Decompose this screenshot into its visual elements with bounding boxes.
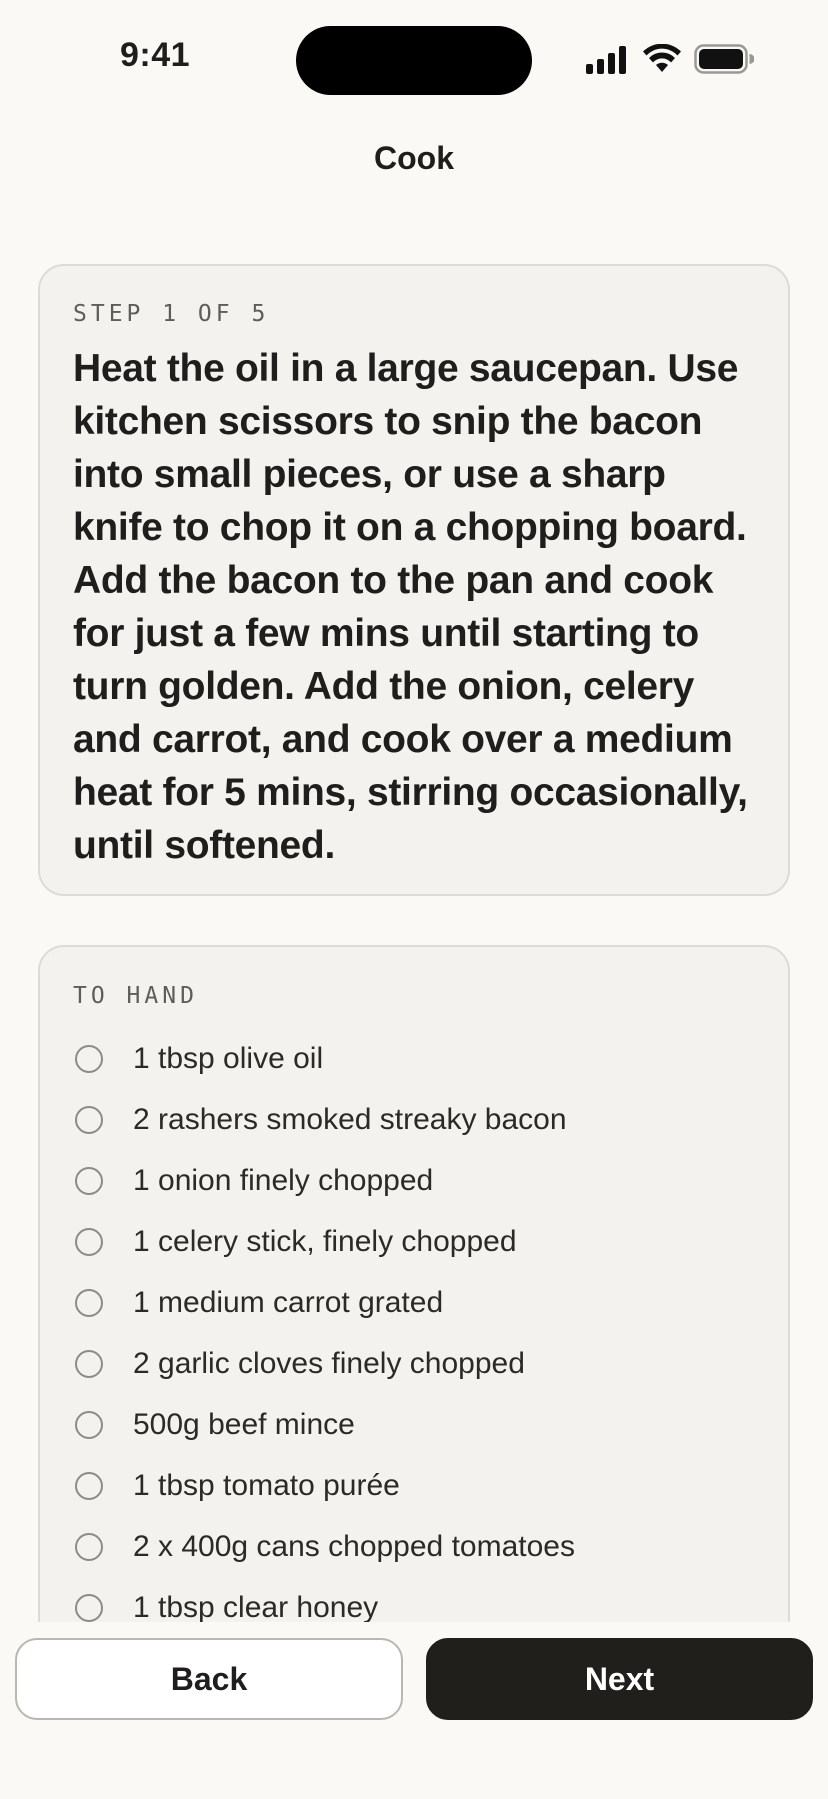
wifi-icon (643, 44, 681, 72)
ingredient-list: 1 tbsp olive oil 2 rashers smoked streak… (73, 1028, 756, 1638)
ingredient-item[interactable]: 1 tbsp tomato purée (73, 1455, 756, 1516)
checkbox-circle-icon[interactable] (75, 1227, 103, 1256)
ingredient-label: 1 tbsp tomato purée (133, 1468, 400, 1502)
ingredient-item[interactable]: 1 onion finely chopped (73, 1150, 756, 1211)
step-counter: STEP 1 OF 5 (73, 301, 270, 327)
to-hand-heading: TO HAND (73, 983, 198, 1009)
ingredient-label: 1 onion finely chopped (133, 1163, 434, 1197)
checkbox-circle-icon[interactable] (75, 1288, 103, 1317)
ingredient-label: 500g beef mince (133, 1407, 355, 1441)
status-bar: 9:41 (0, 0, 828, 120)
ingredient-item[interactable]: 1 tbsp olive oil (73, 1028, 756, 1089)
step-instruction: Heat the oil in a large saucepan. Use ki… (73, 347, 748, 867)
ingredient-item[interactable]: 2 rashers smoked streaky bacon (73, 1089, 756, 1150)
checkbox-circle-icon[interactable] (75, 1532, 103, 1561)
to-hand-card: TO HAND 1 tbsp olive oil 2 rashers smoke… (38, 945, 790, 1645)
ingredient-label: 2 rashers smoked streaky bacon (133, 1102, 567, 1136)
step-card: STEP 1 OF 5 Heat the oil in a large sauc… (38, 264, 790, 896)
checkbox-circle-icon[interactable] (75, 1410, 103, 1439)
checkbox-circle-icon[interactable] (75, 1166, 103, 1195)
ingredient-item[interactable]: 2 x 400g cans chopped tomatoes (73, 1516, 756, 1577)
dynamic-island (296, 26, 532, 95)
ingredient-label: 1 tbsp olive oil (133, 1041, 324, 1075)
checkbox-circle-icon[interactable] (75, 1349, 103, 1378)
ingredient-item[interactable]: 1 celery stick, finely chopped (73, 1211, 756, 1272)
ingredient-label: 2 garlic cloves finely chopped (133, 1346, 525, 1380)
status-time: 9:41 (119, 36, 191, 74)
checkbox-circle-icon[interactable] (75, 1593, 103, 1622)
next-button[interactable]: Next (426, 1638, 813, 1720)
cellular-signal-icon (586, 46, 626, 74)
checkbox-circle-icon[interactable] (75, 1471, 103, 1500)
back-button[interactable]: Back (15, 1638, 403, 1720)
battery-icon (694, 44, 754, 74)
page-title: Cook (374, 140, 454, 176)
ingredient-item[interactable]: 500g beef mince (73, 1394, 756, 1455)
ingredient-label: 1 medium carrot grated (133, 1285, 444, 1319)
ingredient-label: 1 celery stick, finely chopped (133, 1224, 517, 1258)
ingredient-label: 2 x 400g cans chopped tomatoes (133, 1529, 575, 1563)
checkbox-circle-icon[interactable] (75, 1105, 103, 1134)
ingredient-item[interactable]: 1 medium carrot grated (73, 1272, 756, 1333)
ingredient-item[interactable]: 2 garlic cloves finely chopped (73, 1333, 756, 1394)
bottom-action-bar: Back Next (0, 1622, 828, 1799)
ingredient-label: 1 tbsp clear honey (133, 1590, 379, 1624)
checkbox-circle-icon[interactable] (75, 1044, 103, 1073)
status-icons (586, 44, 756, 76)
